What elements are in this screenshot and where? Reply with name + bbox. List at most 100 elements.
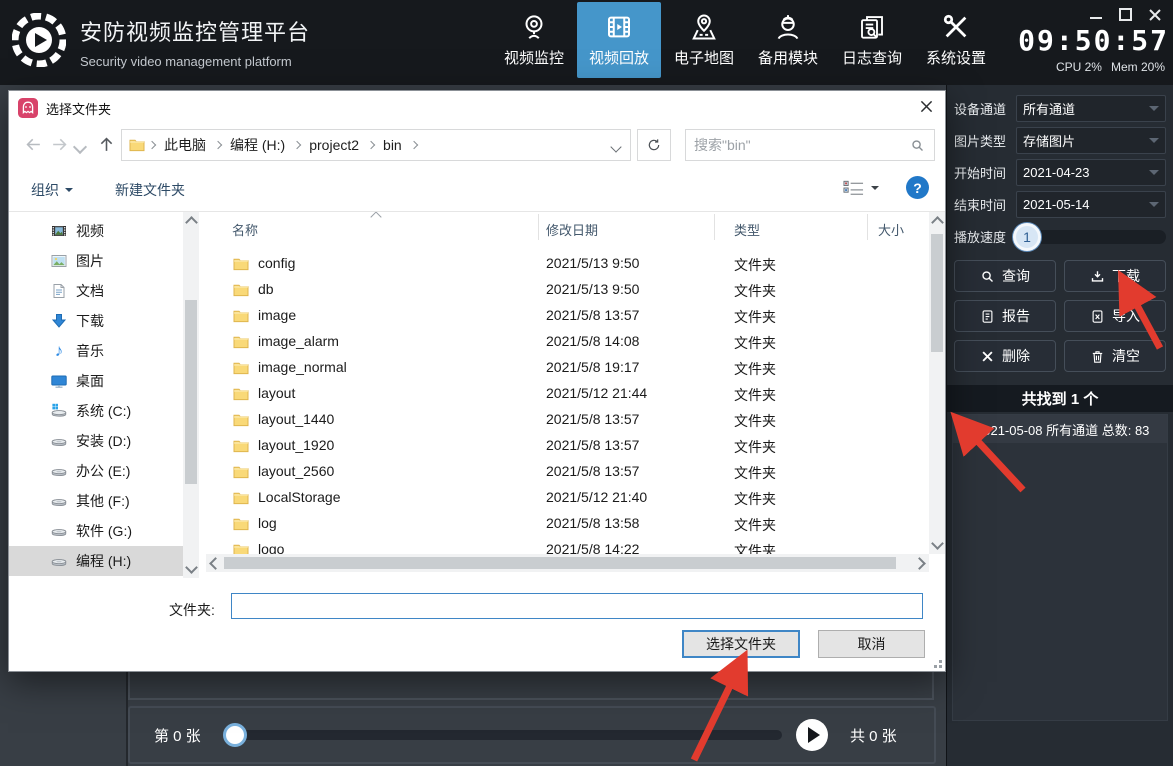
- dialog-close-icon[interactable]: [920, 100, 933, 113]
- file-row[interactable]: layout_25602021/5/8 13:57文件夹: [206, 459, 929, 485]
- back-icon[interactable]: [24, 135, 43, 154]
- scroll-down-icon[interactable]: [931, 537, 944, 550]
- file-date: 2021/5/8 13:57: [546, 411, 639, 427]
- result-item[interactable]: 2021-05-08 所有通道 总数: 83: [953, 415, 1167, 443]
- folder-field-label: 文件夹:: [169, 600, 215, 620]
- file-row[interactable]: image2021/5/8 13:57文件夹: [206, 303, 929, 329]
- forward-icon[interactable]: [50, 135, 69, 154]
- nav-item-log-search[interactable]: 日志查询: [830, 0, 914, 80]
- breadcrumb-item[interactable]: bin: [378, 137, 407, 153]
- nav-item-map-pin[interactable]: 电子地图: [662, 0, 746, 80]
- view-options-button[interactable]: [843, 180, 879, 196]
- file-row[interactable]: db2021/5/13 9:50文件夹: [206, 277, 929, 303]
- list-vertical-scrollbar[interactable]: [929, 212, 945, 554]
- file-row[interactable]: config2021/5/13 9:50文件夹: [206, 251, 929, 277]
- address-dropdown-icon[interactable]: [610, 141, 621, 152]
- nav-item-film-play[interactable]: 视频回放: [577, 2, 661, 78]
- file-row[interactable]: LocalStorage2021/5/12 21:40文件夹: [206, 485, 929, 511]
- tree-item[interactable]: 办公 (E:): [9, 456, 183, 486]
- folder-icon: [233, 516, 249, 532]
- play-button[interactable]: [796, 719, 828, 751]
- cancel-button[interactable]: 取消: [818, 630, 925, 658]
- tree-item[interactable]: 安装 (D:): [9, 426, 183, 456]
- scroll-right-icon[interactable]: [913, 557, 926, 570]
- file-row[interactable]: image_alarm2021/5/8 14:08文件夹: [206, 329, 929, 355]
- breadcrumb-item[interactable]: 编程 (H:): [225, 135, 290, 155]
- new-folder-button[interactable]: 新建文件夹: [115, 180, 185, 200]
- help-button[interactable]: ?: [906, 176, 929, 199]
- select-folder-button[interactable]: 选择文件夹: [682, 630, 800, 658]
- playback-bar: 第 0 张 共 0 张: [128, 706, 936, 764]
- clear-button[interactable]: 清空: [1064, 340, 1166, 372]
- field-select-dropdown[interactable]: 所有通道: [1016, 95, 1166, 122]
- file-row[interactable]: layout_14402021/5/8 13:57文件夹: [206, 407, 929, 433]
- tree-item[interactable]: 图片: [9, 246, 183, 276]
- file-row[interactable]: logo2021/5/8 14:22文件夹: [206, 537, 929, 554]
- breadcrumb-item[interactable]: project2: [304, 137, 364, 153]
- tree-item[interactable]: 其他 (F:): [9, 486, 183, 516]
- tree-item[interactable]: ♪音乐: [9, 336, 183, 366]
- tree-scrollbar[interactable]: [183, 212, 199, 578]
- maximize-icon[interactable]: [1119, 8, 1132, 21]
- list-horizontal-scrollbar[interactable]: [206, 554, 929, 572]
- scroll-up-icon[interactable]: [931, 216, 944, 229]
- tree-item[interactable]: 系统 (C:): [9, 396, 183, 426]
- column-header-size[interactable]: 大小: [878, 220, 904, 239]
- scrollbar-thumb[interactable]: [224, 557, 896, 569]
- folder-name-input[interactable]: [231, 593, 923, 619]
- tree-item-label: 安装 (D:): [76, 431, 131, 451]
- breadcrumb-item[interactable]: 此电脑: [159, 135, 211, 155]
- column-divider[interactable]: [867, 214, 868, 240]
- file-row[interactable]: image_normal2021/5/8 19:17文件夹: [206, 355, 929, 381]
- tree-item[interactable]: 桌面: [9, 366, 183, 396]
- column-divider[interactable]: [714, 214, 715, 240]
- tree-item[interactable]: 视频: [9, 216, 183, 246]
- up-icon[interactable]: [97, 135, 116, 154]
- scrollbar-thumb[interactable]: [185, 300, 197, 484]
- frame-slider[interactable]: [226, 730, 782, 740]
- tree-item[interactable]: 下载: [9, 306, 183, 336]
- resize-grip[interactable]: [939, 665, 942, 668]
- scroll-left-icon[interactable]: [209, 557, 222, 570]
- report-button[interactable]: 报告: [954, 300, 1056, 332]
- checkmark-icon[interactable]: [958, 423, 971, 436]
- nav-item-worker[interactable]: 备用模块: [746, 0, 830, 80]
- column-header-name[interactable]: 名称: [232, 220, 258, 239]
- column-divider[interactable]: [538, 214, 539, 240]
- query-button[interactable]: 查询: [954, 260, 1056, 292]
- scroll-up-icon[interactable]: [185, 216, 198, 229]
- recent-locations-icon[interactable]: [73, 140, 87, 154]
- download-button[interactable]: 下载: [1064, 260, 1166, 292]
- search-input[interactable]: [686, 137, 910, 153]
- file-row[interactable]: layout2021/5/12 21:44文件夹: [206, 381, 929, 407]
- tree-item-label: 视频: [76, 221, 104, 241]
- speed-slider[interactable]: 1: [1016, 230, 1166, 244]
- worker-icon: [773, 12, 803, 42]
- address-bar[interactable]: 此电脑编程 (H:) project2 bin: [121, 129, 631, 161]
- field-select-dropdown[interactable]: 存储图片: [1016, 127, 1166, 154]
- file-row[interactable]: layout_19202021/5/8 13:57文件夹: [206, 433, 929, 459]
- tree-item[interactable]: 软件 (G:): [9, 516, 183, 546]
- column-header-type[interactable]: 类型: [734, 220, 760, 239]
- field-value: 2021-05-14: [1023, 197, 1149, 212]
- field-select-dropdown[interactable]: 2021-04-23: [1016, 159, 1166, 186]
- results-count-header: 共找到 1 个: [947, 385, 1173, 412]
- close-icon[interactable]: [1149, 9, 1161, 21]
- field-select-dropdown[interactable]: 2021-05-14: [1016, 191, 1166, 218]
- frame-slider-handle[interactable]: [223, 723, 247, 747]
- column-header-date[interactable]: 修改日期: [546, 220, 598, 239]
- delete-button[interactable]: 删除: [954, 340, 1056, 372]
- scrollbar-thumb[interactable]: [931, 234, 943, 352]
- import-button[interactable]: 导入: [1064, 300, 1166, 332]
- refresh-button[interactable]: [637, 129, 671, 161]
- speed-slider-handle[interactable]: 1: [1013, 223, 1041, 251]
- tree-item[interactable]: 文档: [9, 276, 183, 306]
- file-row[interactable]: log2021/5/8 13:58文件夹: [206, 511, 929, 537]
- dialog-title-bar[interactable]: 选择文件夹: [9, 91, 945, 125]
- organize-button[interactable]: 组织: [31, 180, 73, 200]
- folder-icon: [233, 334, 249, 350]
- nav-item-webcam[interactable]: 视频监控: [492, 0, 576, 80]
- nav-item-tools[interactable]: 系统设置: [914, 0, 998, 80]
- minimize-icon[interactable]: [1090, 17, 1102, 19]
- search-icon[interactable]: [910, 138, 934, 153]
